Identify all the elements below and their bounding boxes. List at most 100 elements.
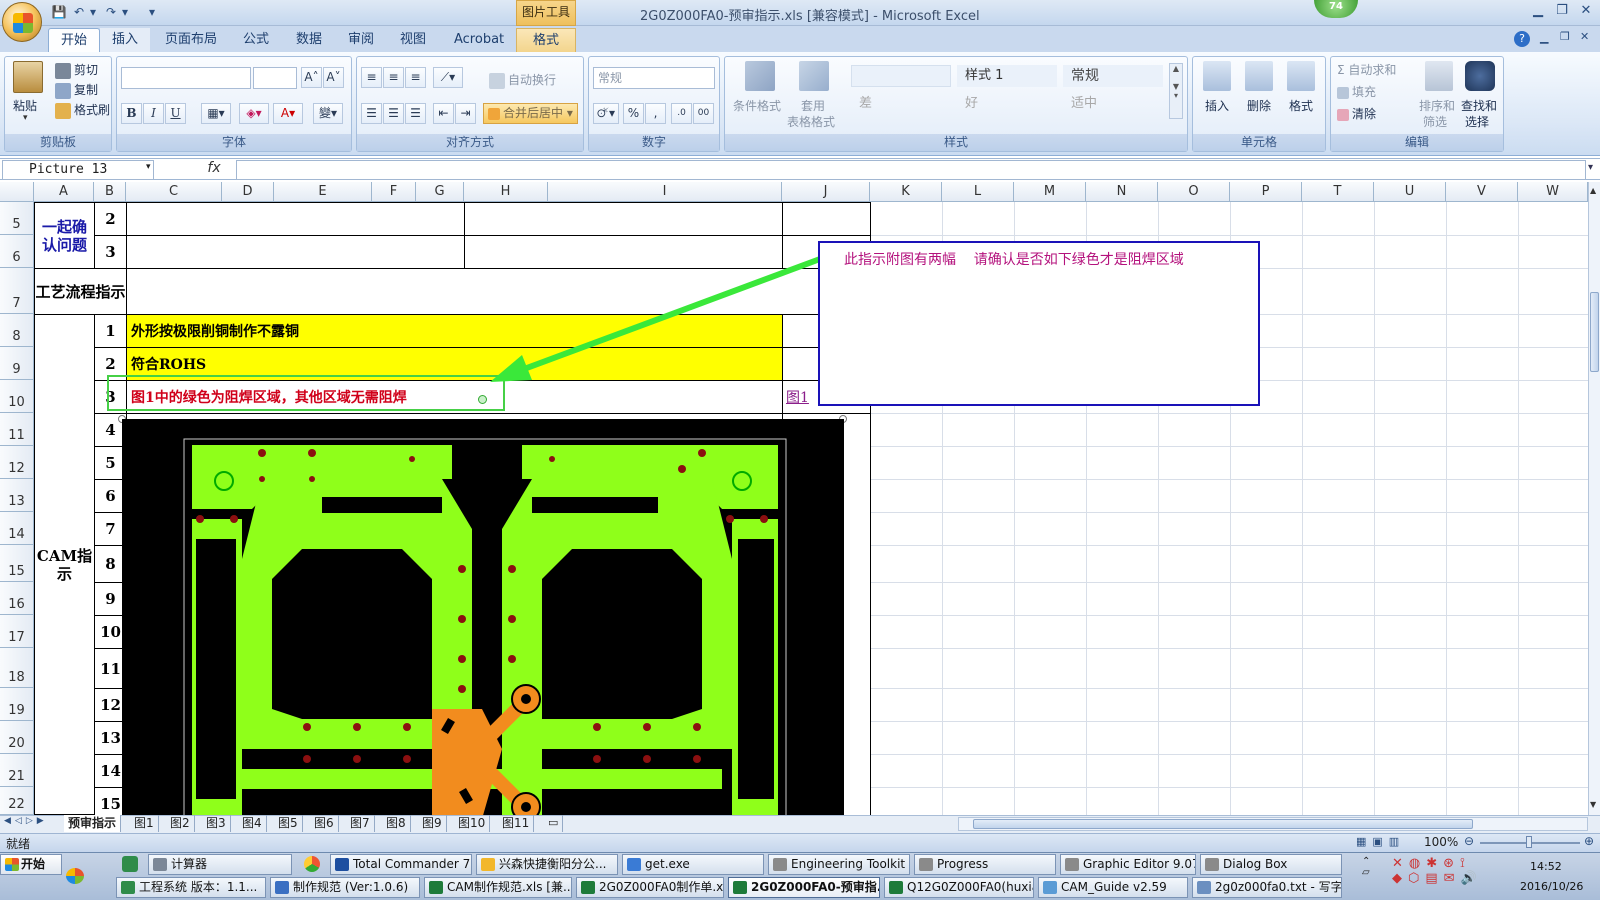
row-header[interactable]: 6 [0,235,34,268]
cell-empty[interactable] [782,202,871,236]
style-normal[interactable]: 常规 [1063,65,1163,87]
copy-button[interactable]: 复制 [74,83,98,97]
currency-button[interactable]: 🜚▾ [593,103,619,124]
style-good[interactable]: 好 [957,93,1057,115]
sheet-tab[interactable]: 图4 [238,815,267,832]
sheet-tab[interactable]: 图11 [498,815,535,832]
workbook-restore-icon[interactable]: ❐ [1560,30,1570,43]
row-header[interactable]: 19 [0,688,34,721]
increase-decimal-button[interactable]: .0 [671,103,692,124]
undo-dropdown-icon[interactable]: ▾ [88,4,98,21]
row-header[interactable]: 14 [0,512,34,545]
italic-button[interactable]: I [143,103,164,124]
restore-icon[interactable]: ❐ [1552,4,1572,20]
borders-button[interactable]: ▦▾ [201,103,231,124]
scroll-thumb[interactable] [1590,292,1599,372]
rotation-handle-icon[interactable] [478,395,487,404]
row-header[interactable]: 9 [0,347,34,380]
row-header[interactable]: 5 [0,202,34,235]
system-tray-icons[interactable]: ✕◍✱⊛⟟ ◆⬡▤✉🔊 [1392,856,1522,896]
sheet-nav-icons[interactable]: ◀◁▷▶ [4,816,48,826]
align-right-button[interactable]: ☰ [405,103,426,124]
zoom-out-icon[interactable]: ⊖ [1464,834,1474,848]
format-cells-button[interactable]: 格式 [1289,97,1313,114]
selected-textbox-outline[interactable] [107,375,505,411]
zoom-slider-thumb[interactable] [1526,836,1532,848]
align-center-button[interactable]: ☰ [383,103,404,124]
quicklaunch-icon[interactable] [66,868,84,884]
decrease-decimal-button[interactable]: 00 [693,103,714,124]
sort-filter-button[interactable]: 排序和 [1419,97,1455,114]
orientation-button[interactable]: ⟋▾ [433,67,463,88]
worksheet-grid[interactable]: A B C D E F G H I J K L M N O P T U V W … [0,182,1588,815]
redo-icon[interactable]: ↷ [102,4,120,21]
cell-confirm-issues[interactable]: 一起确认问题 [34,202,95,269]
tab-insert[interactable]: 插入 [100,28,151,52]
select-all-corner[interactable] [0,182,34,202]
increase-indent-button[interactable]: ⇥ [455,103,476,124]
underline-button[interactable]: U [165,103,186,124]
row-header[interactable]: 22 [0,787,34,815]
tab-view[interactable]: 视图 [388,28,438,52]
taskbar-item[interactable]: 2G0Z000FA0制作单.xl... [576,877,724,898]
name-box-dropdown-icon[interactable]: ▾ [146,162,151,172]
column-header[interactable]: E [274,182,372,202]
tab-format[interactable]: 格式 [516,28,576,52]
column-header[interactable]: N [1086,182,1158,202]
taskbar-item[interactable]: CAM制作规范.xls [兼... [424,877,572,898]
taskbar-item[interactable]: 制作规范 (Ver:1.0.6) [270,877,420,898]
vertical-scrollbar[interactable]: ▲ ▼ [1588,182,1600,815]
start-button[interactable]: 开始 [0,854,62,875]
autosum-button[interactable]: 自动求和 [1348,63,1396,77]
sheet-tab[interactable]: 图9 [418,815,447,832]
undo-icon[interactable]: ↶ [70,4,88,21]
taskbar-item[interactable]: get.exe [622,854,764,875]
cell-number[interactable]: 1 [94,314,127,348]
column-header[interactable]: T [1302,182,1374,202]
tab-home[interactable]: 开始 [48,28,101,53]
row-header[interactable]: 10 [0,380,34,413]
align-bottom-button[interactable]: ≡ [405,67,426,88]
align-middle-button[interactable]: ≡ [383,67,404,88]
workbook-close-icon[interactable]: ✕ [1580,30,1589,43]
column-header[interactable]: O [1158,182,1230,202]
taskbar-item[interactable]: 工程系统 版本：1.1... [116,877,266,898]
conditional-format-button[interactable]: 条件格式 [733,97,781,114]
style-bad[interactable]: 差 [851,93,951,115]
taskbar-item[interactable]: CAM_Guide v2.59 [1038,877,1188,898]
zoom-level[interactable]: 100% [1424,835,1458,849]
tab-page-layout[interactable]: 页面布局 [153,28,229,52]
cell-number[interactable]: 2 [94,202,127,236]
scroll-up-icon[interactable]: ▲ [1590,186,1599,196]
redo-dropdown-icon[interactable]: ▾ [120,4,130,21]
column-header[interactable]: D [222,182,274,202]
style-neutral[interactable]: 适中 [1063,93,1163,115]
taskbar-item[interactable]: Progress [914,854,1056,875]
taskbar-item[interactable]: Q12G0Z000FA0(huxian... [884,877,1034,898]
format-painter-button[interactable]: 格式刷 [74,103,110,117]
sheet-tab[interactable]: 图1 [130,815,159,832]
find-select-button[interactable]: 查找和 [1461,97,1497,114]
column-header[interactable]: P [1230,182,1302,202]
bold-button[interactable]: B [121,103,142,124]
customize-qat-icon[interactable]: ▾ [146,4,158,21]
row-header[interactable]: 17 [0,615,34,648]
font-color-button[interactable]: A▾ [273,103,303,124]
expand-formula-icon[interactable]: ▾ [1588,162,1593,173]
column-header[interactable]: G [416,182,464,202]
close-icon[interactable]: ✕ [1576,4,1596,20]
percent-button[interactable]: % [623,103,644,124]
column-header[interactable]: U [1374,182,1446,202]
column-header[interactable]: V [1446,182,1518,202]
sheet-tab[interactable]: 图8 [382,815,411,832]
tray-expand-icon[interactable]: ⌃ ▱ [1362,856,1376,896]
horizontal-scroll-thumb[interactable] [973,819,1473,829]
column-header[interactable]: H [464,182,548,202]
align-left-button[interactable]: ☰ [361,103,382,124]
style-1[interactable]: 样式 1 [957,65,1057,87]
taskbar-item-active[interactable]: 2G0Z000FA0-预审指... [728,877,880,898]
row-header[interactable]: 20 [0,721,34,754]
formula-input[interactable] [236,160,1586,180]
ribbon-minimize-icon[interactable]: ▁ [1540,31,1548,44]
fill-color-button[interactable]: ◈▾ [239,103,269,124]
